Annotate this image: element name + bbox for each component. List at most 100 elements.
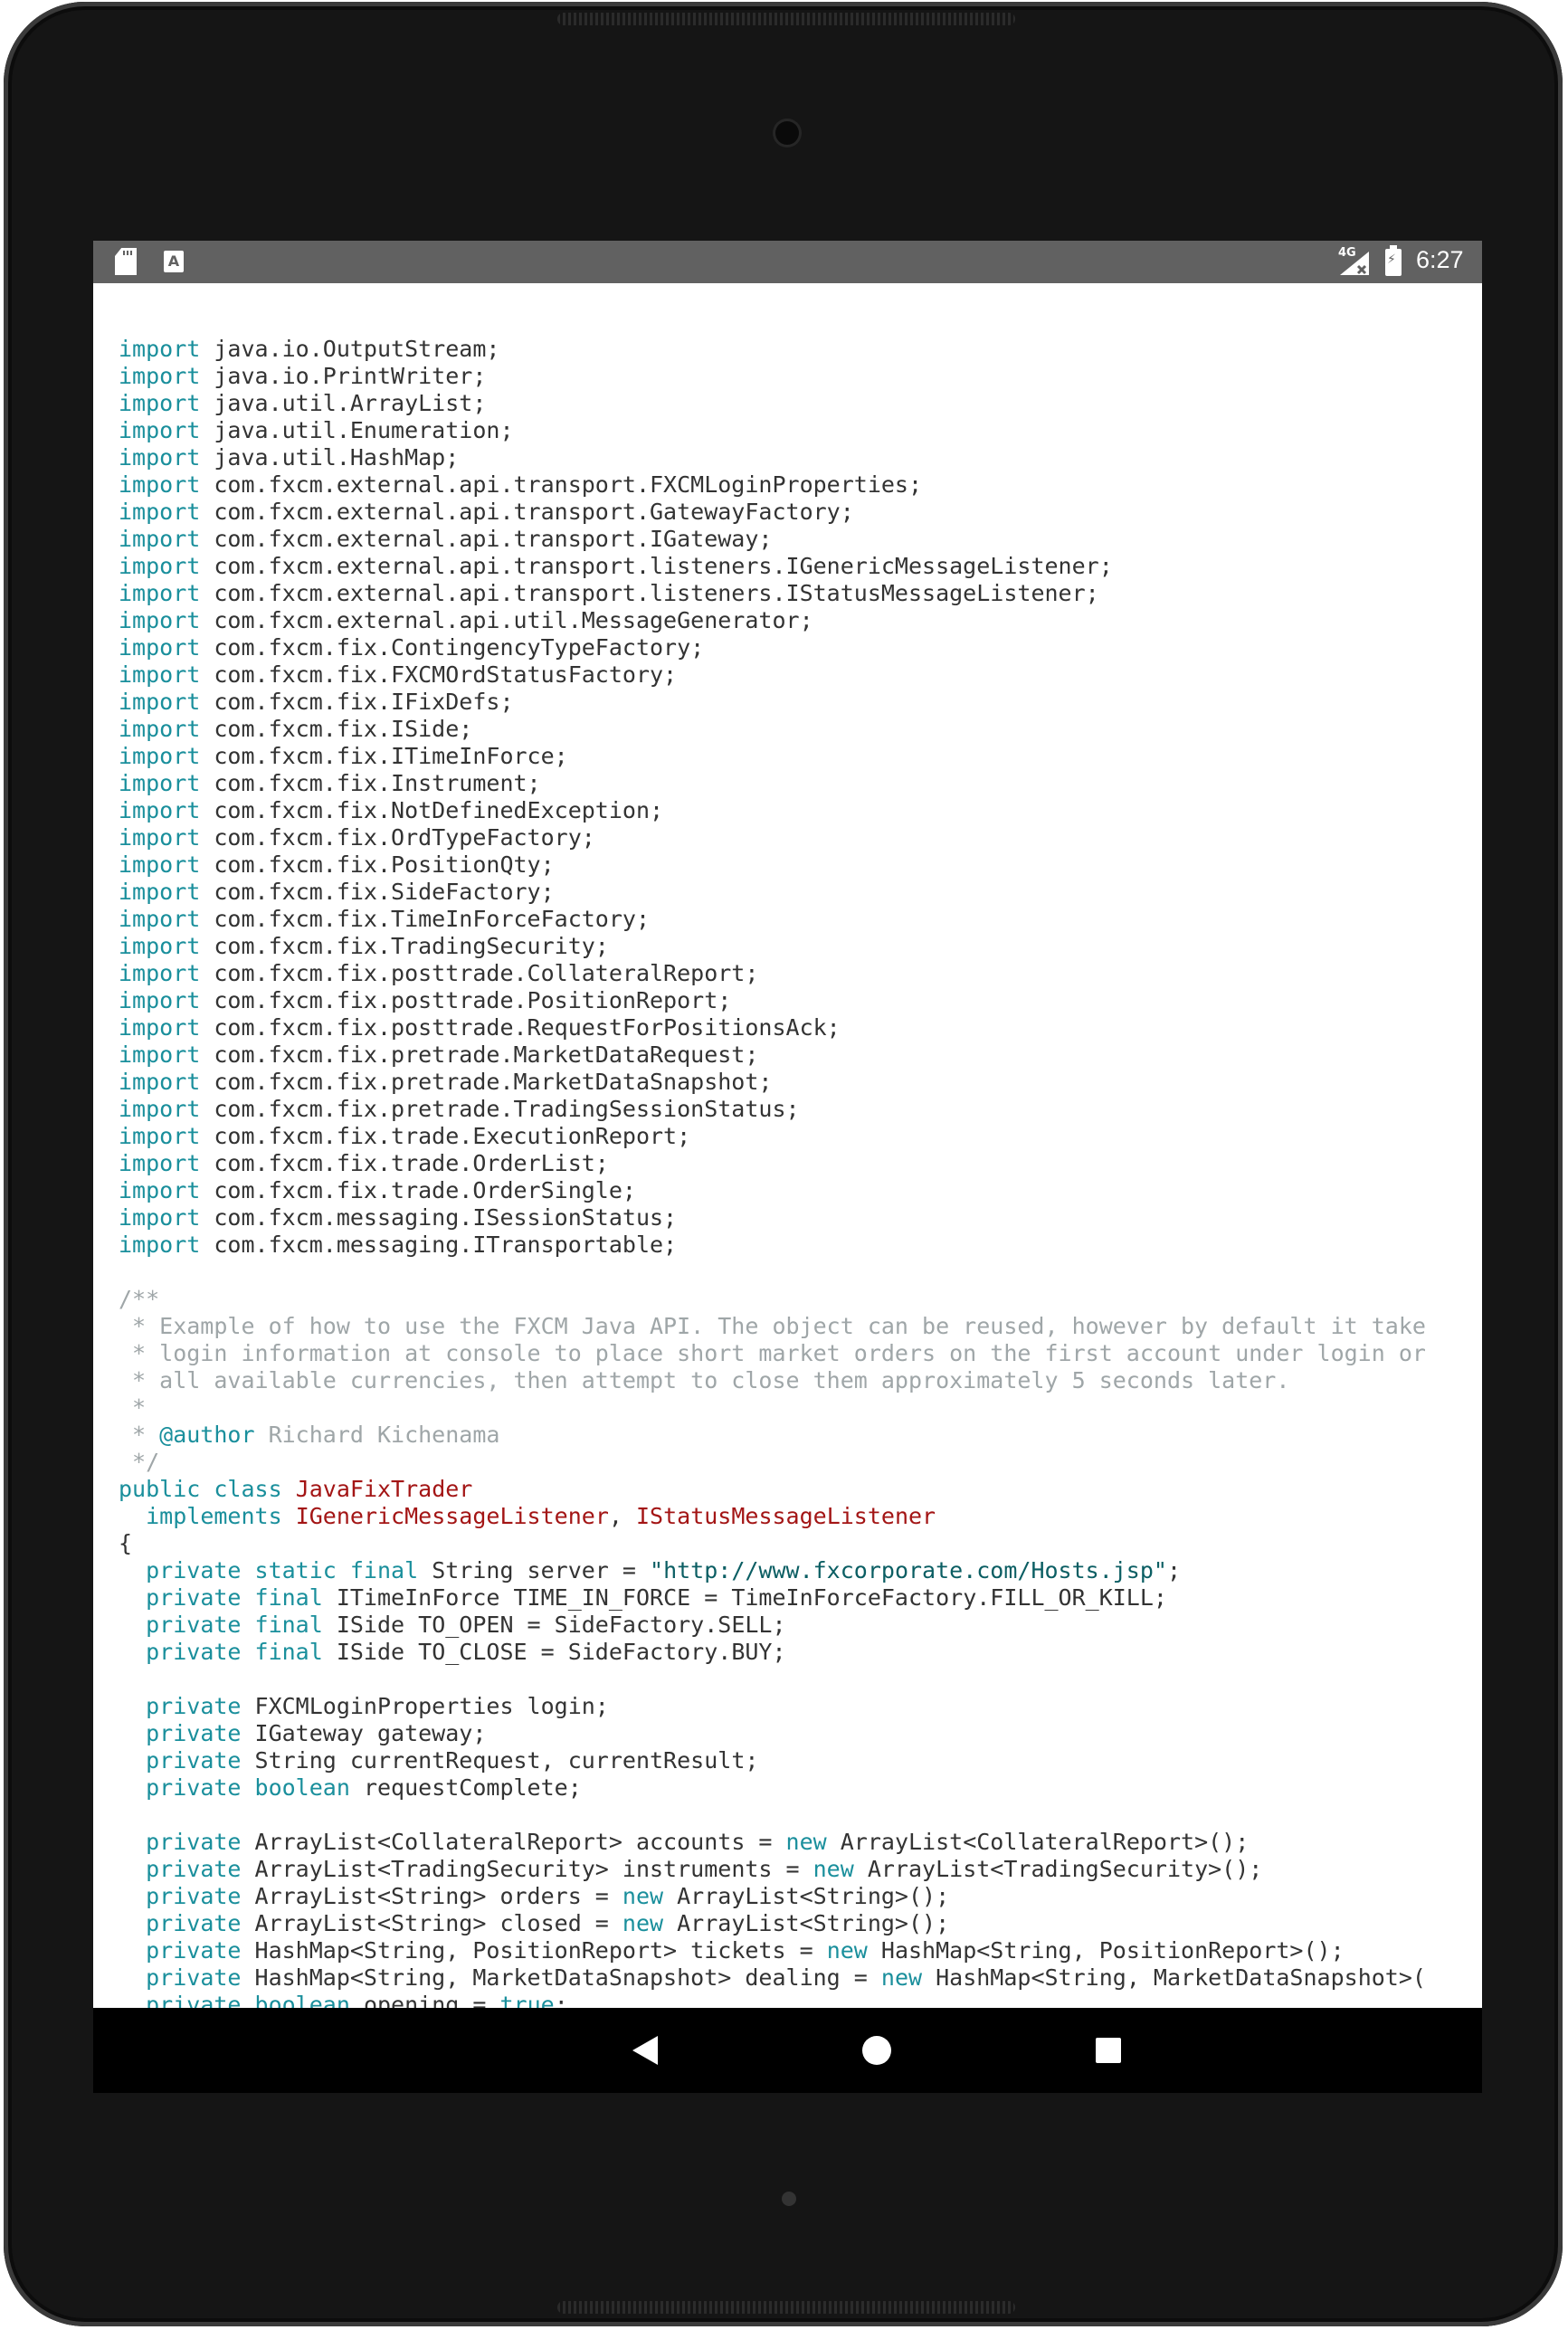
code-token: import [119,661,201,688]
code-line: private ArrayList<TradingSecurity> instr… [119,1856,1482,1883]
code-view[interactable]: import java.io.OutputStream; import java.… [119,336,1482,2049]
code-token: ArrayList<CollateralReport> accounts = [241,1829,786,1855]
code-token: import [119,471,201,498]
code-token: import [119,879,201,905]
code-token: private [146,1856,242,1882]
code-line: private ArrayList<String> orders = new A… [119,1883,1482,1910]
code-token: new [622,1883,664,1909]
code-line: private IGateway gateway; [119,1720,1482,1747]
code-token: String currentRequest, currentResult; [241,1747,759,1774]
code-token: IStatusMessageListener [635,1503,936,1529]
code-token: com.fxcm.messaging.ITransportable; [200,1232,678,1258]
code-line: private final ISide TO_OPEN = SideFactor… [119,1612,1482,1639]
code-token: new [813,1856,854,1882]
code-line: /** [119,1286,1482,1313]
status-clock: 6:27 [1416,246,1464,273]
tablet-frame: A 4G 6:27 import java.io.OutputStream;im… [4,2,1563,2326]
code-token: com.fxcm.fix.pretrade.MarketDataSnapshot… [200,1069,773,1095]
code-token: import [119,1150,201,1176]
code-token: java.util.HashMap; [200,444,460,471]
code-line: import java.util.Enumeration; [119,417,1482,444]
recents-icon[interactable] [1054,2008,1163,2093]
code-token: import [119,1014,201,1041]
code-token: private [146,1964,242,1991]
code-token: import [119,1204,201,1231]
code-token: import [119,1177,201,1203]
code-token: new [880,1964,923,1991]
code-token: ArrayList<String>(); [663,1883,950,1909]
back-icon[interactable] [591,2008,699,2093]
code-token: JavaFixTrader [295,1476,473,1502]
code-token: private [146,1693,242,1719]
code-token: import [119,743,201,769]
code-token: com.fxcm.fix.pretrade.MarketDataRequest; [200,1041,759,1068]
code-token: * [119,1394,147,1421]
code-token: private [146,1720,242,1746]
code-token: com.fxcm.fix.FXCMOrdStatusFactory; [200,661,678,688]
code-token: com.fxcm.external.api.util.MessageGenera… [200,607,813,633]
code-token: private boolean [146,1774,350,1801]
code-token: ArrayList<TradingSecurity> instruments = [241,1856,813,1882]
code-line: private ArrayList<CollateralReport> acco… [119,1829,1482,1856]
front-camera [775,121,799,145]
code-token: com.fxcm.fix.posttrade.PositionReport; [200,987,732,1013]
code-token: private final [146,1612,323,1638]
code-line: private final ISide TO_CLOSE = SideFacto… [119,1639,1482,1666]
code-line: import com.fxcm.fix.TimeInForceFactory; [119,906,1482,933]
code-token: com.fxcm.external.api.transport.listener… [200,553,1113,579]
code-token: import [119,607,201,633]
code-token: com.fxcm.external.api.transport.IGateway… [200,526,773,552]
code-token: import [119,933,201,959]
code-line: import java.util.HashMap; [119,444,1482,471]
code-line: import com.fxcm.messaging.ISessionStatus… [119,1204,1482,1232]
code-token: com.fxcm.fix.TimeInForceFactory; [200,906,651,932]
code-token: com.fxcm.fix.OrdTypeFactory; [200,824,595,851]
code-line: import java.io.PrintWriter; [119,363,1482,390]
code-line: import com.fxcm.fix.pretrade.MarketDataR… [119,1041,1482,1069]
code-token: com.fxcm.fix.NotDefinedException; [200,797,664,823]
code-line: import com.fxcm.fix.OrdTypeFactory; [119,824,1482,851]
code-token: import [119,1041,201,1068]
code-token: com.fxcm.fix.ISide; [200,716,473,742]
code-line: import com.fxcm.fix.pretrade.TradingSess… [119,1096,1482,1123]
code-token: * all available currencies, then attempt… [119,1367,1290,1393]
code-line: import com.fxcm.fix.posttrade.RequestFor… [119,1014,1482,1041]
bottom-speaker-grille [557,2301,1015,2314]
home-icon[interactable] [822,2008,931,2093]
code-token: requestComplete; [349,1774,582,1801]
code-token: ISide TO_CLOSE = SideFactory.BUY; [322,1639,786,1665]
code-token: import [119,906,201,932]
code-line: import com.fxcm.fix.PositionQty; [119,851,1482,879]
code-token: { [119,1530,133,1556]
code-token: Richard Kichenama [254,1422,500,1448]
code-token: com.fxcm.external.api.transport.FXCMLogi… [200,471,923,498]
code-token: new [622,1910,664,1936]
code-token: com.fxcm.fix.ContingencyTypeFactory; [200,634,705,661]
code-token: com.fxcm.fix.trade.ExecutionReport; [200,1123,691,1149]
code-token: com.fxcm.fix.PositionQty; [200,851,555,878]
code-token: com.fxcm.fix.TradingSecurity; [200,933,609,959]
code-token: ArrayList<TradingSecurity>(); [853,1856,1263,1882]
code-line: import com.fxcm.fix.IFixDefs; [119,689,1482,716]
code-token: * Example of how to use the FXCM Java AP… [119,1313,1426,1339]
code-token: ISide TO_OPEN = SideFactory.SELL; [322,1612,786,1638]
code-token: import [119,336,201,362]
code-token: import [119,363,201,389]
code-token: import [119,499,201,525]
code-token: new [785,1829,827,1855]
code-token: import [119,851,201,878]
code-token: */ [119,1449,160,1475]
code-token: com.fxcm.fix.Instrument; [200,770,541,796]
code-token: private [146,1937,242,1964]
code-line: import com.fxcm.fix.posttrade.PositionRe… [119,987,1482,1014]
code-token: import [119,770,201,796]
code-line: private boolean requestComplete; [119,1774,1482,1802]
code-token: import [119,1096,201,1122]
